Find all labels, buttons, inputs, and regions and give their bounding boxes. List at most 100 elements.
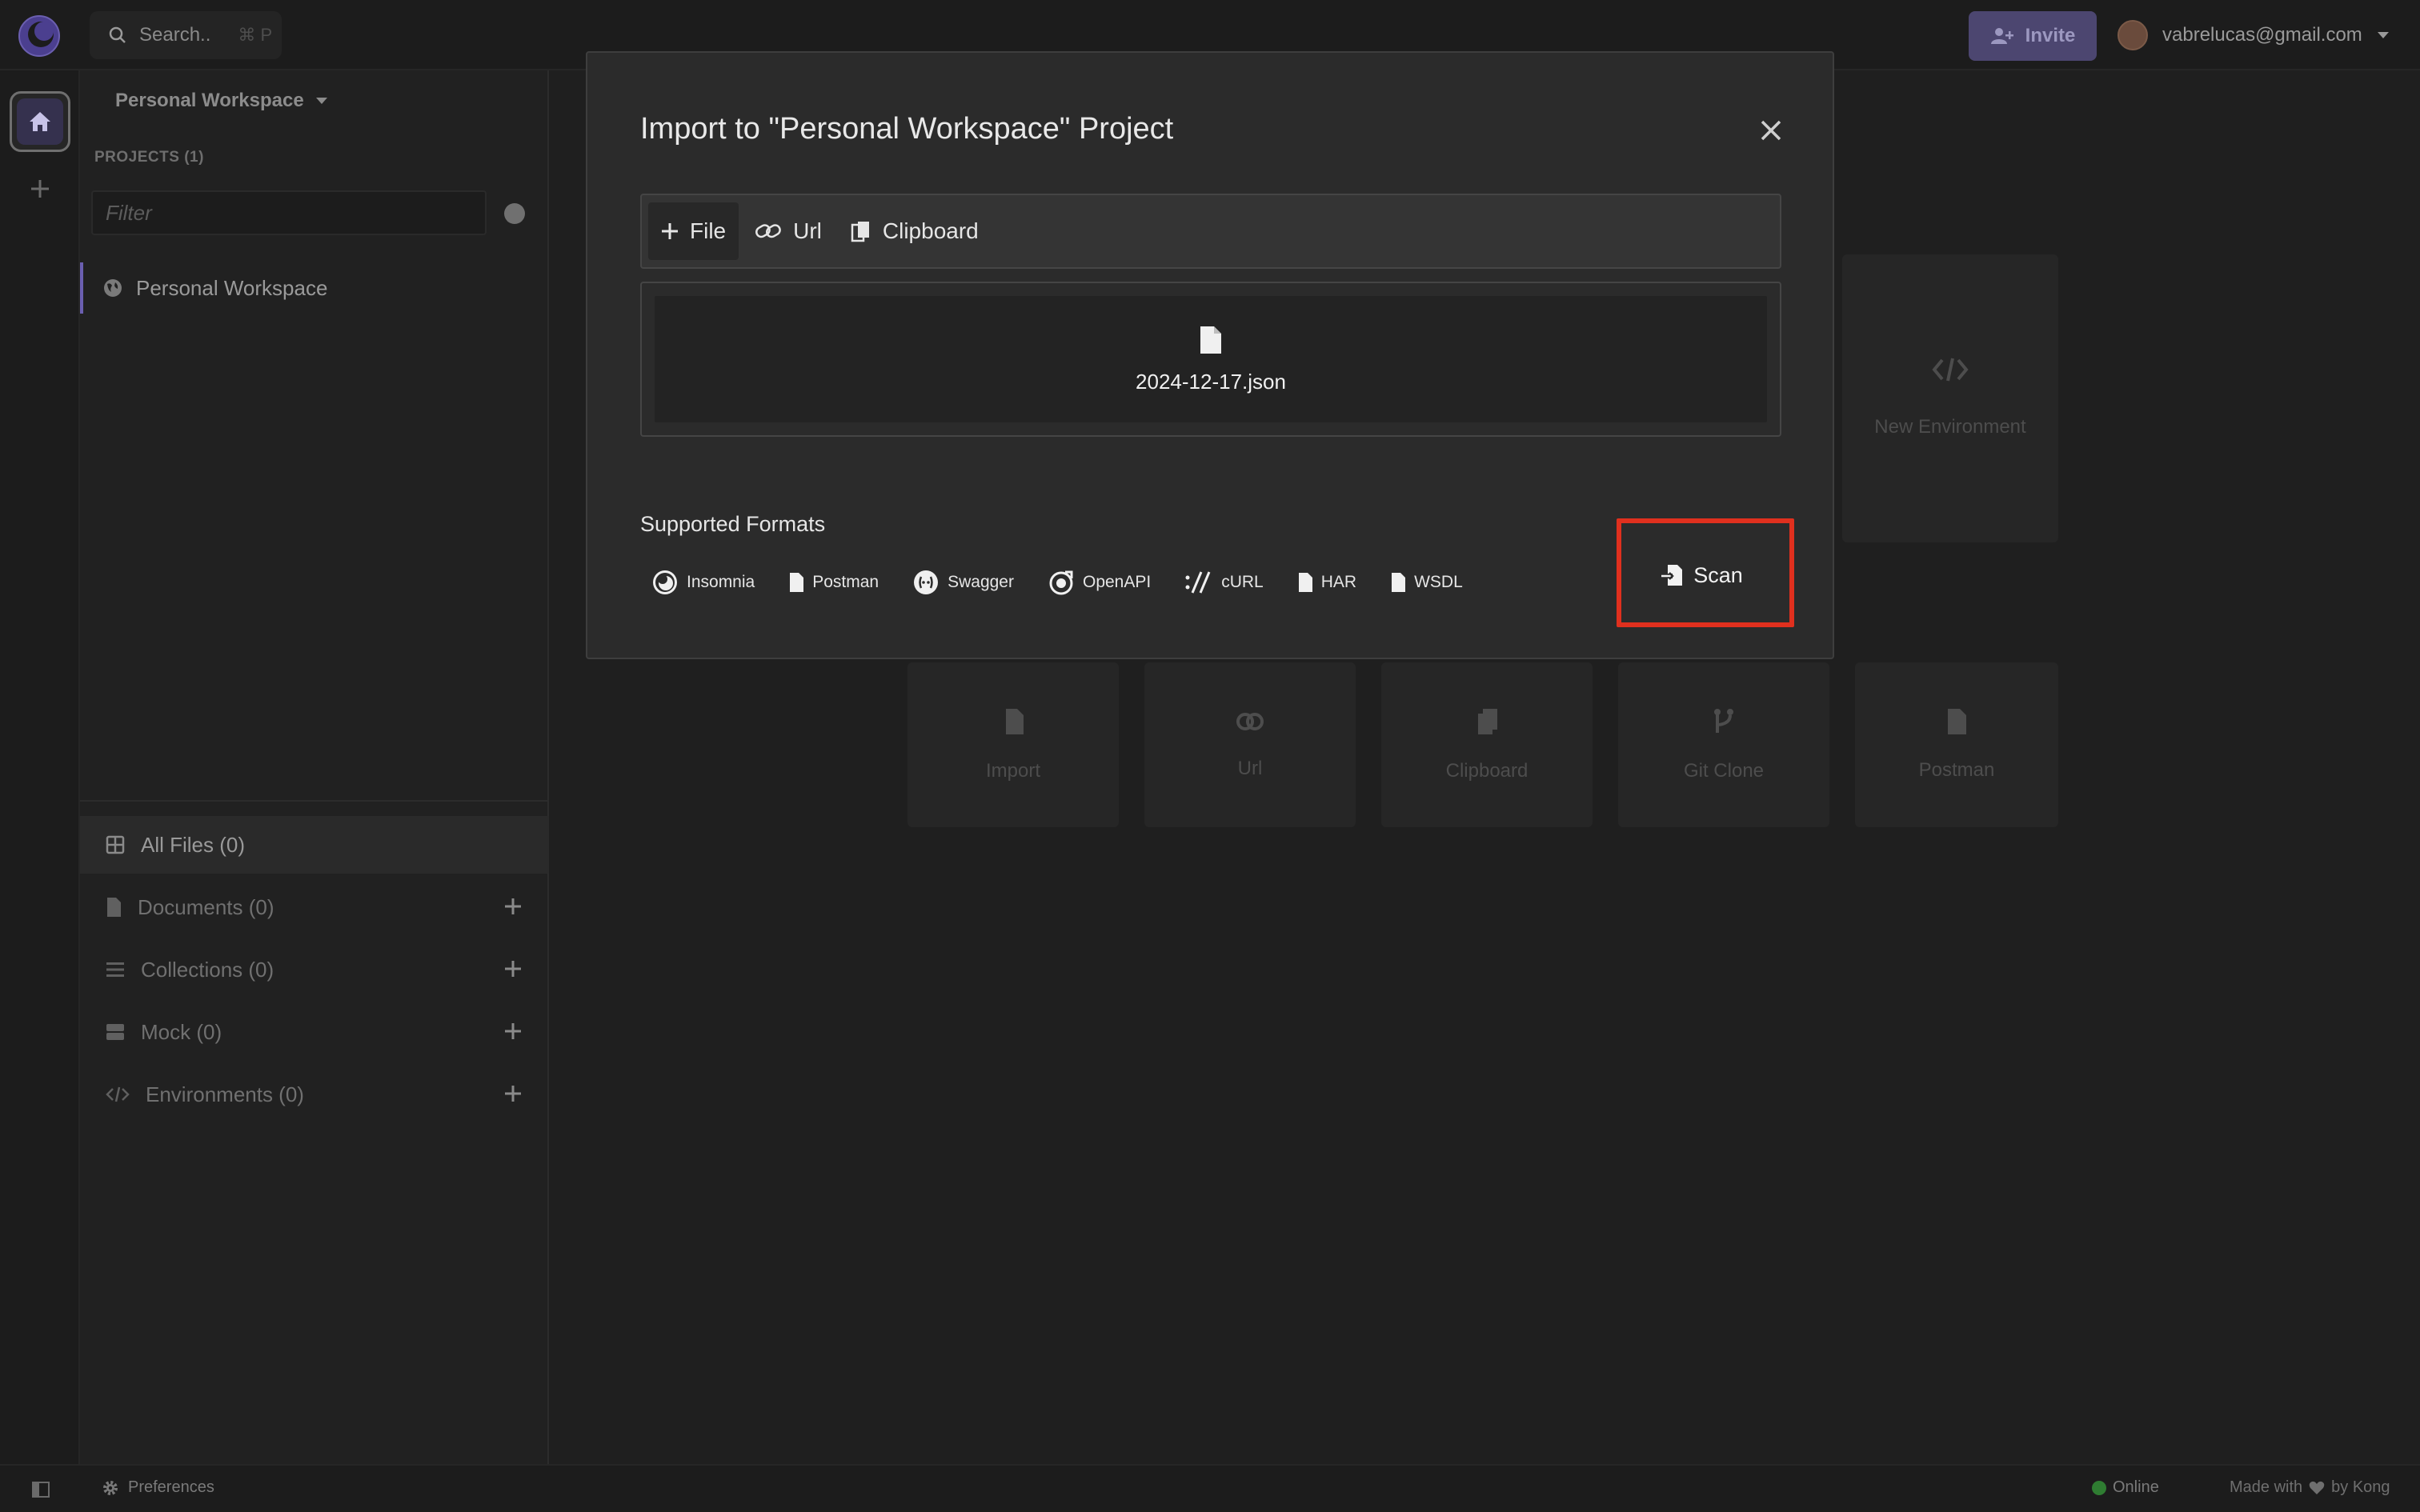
sidebar-item-label: All Files (0) bbox=[141, 832, 246, 857]
openapi-icon bbox=[1049, 570, 1073, 595]
format-label: Insomnia bbox=[687, 573, 755, 591]
project-item-personal-workspace[interactable]: Personal Workspace bbox=[80, 262, 549, 314]
file-import-icon bbox=[1661, 565, 1683, 586]
chevron-down-icon bbox=[315, 98, 327, 104]
file-dropzone[interactable]: 2024-12-17.json bbox=[640, 282, 1781, 437]
link-icon bbox=[755, 224, 781, 238]
supported-formats-title: Supported Formats bbox=[640, 512, 826, 536]
account-menu[interactable]: vabrelucas@gmail.com bbox=[2118, 16, 2390, 54]
tab-clipboard[interactable]: Clipboard bbox=[838, 202, 992, 260]
sidebar-item-documents[interactable]: Documents (0) bbox=[80, 878, 549, 936]
sidebar: Personal Workspace PROJECTS (1) Filter P… bbox=[80, 70, 549, 1464]
document-icon bbox=[790, 573, 804, 592]
account-email: vabrelucas@gmail.com bbox=[2162, 24, 2362, 46]
format-wsdl: WSDL bbox=[1390, 572, 1463, 593]
invite-button[interactable]: Invite bbox=[1969, 11, 2097, 61]
add-collection-icon[interactable] bbox=[503, 958, 523, 979]
sidebar-toggle-icon[interactable] bbox=[32, 1482, 50, 1498]
left-rail bbox=[0, 70, 80, 1464]
new-environment-tile[interactable]: New Environment bbox=[1842, 254, 2058, 542]
document-icon bbox=[1392, 573, 1406, 592]
workspace-switcher[interactable]: Personal Workspace bbox=[115, 90, 328, 112]
import-icon bbox=[1006, 709, 1024, 734]
add-environment-icon[interactable] bbox=[503, 1083, 523, 1104]
add-mock-icon[interactable] bbox=[503, 1021, 523, 1042]
format-label: Swagger bbox=[948, 573, 1014, 591]
grid-icon bbox=[106, 835, 125, 854]
home-button[interactable] bbox=[10, 91, 70, 152]
add-organization-icon[interactable] bbox=[29, 178, 51, 200]
made-with-label: Made with bbox=[2230, 1478, 2303, 1496]
code-icon bbox=[1932, 358, 1969, 382]
list-icon bbox=[106, 962, 124, 977]
globe-icon bbox=[104, 279, 122, 297]
status-bar: Preferences Online Made with by Kong bbox=[0, 1464, 2420, 1512]
close-icon[interactable] bbox=[1759, 118, 1783, 142]
document-icon bbox=[107, 898, 121, 917]
format-swagger: Swagger bbox=[912, 569, 1014, 596]
import-tile[interactable]: Import bbox=[908, 662, 1119, 827]
format-insomnia: Insomnia bbox=[651, 569, 755, 596]
postman-tile-label: Postman bbox=[1918, 759, 1995, 781]
scan-button[interactable]: Scan bbox=[1618, 525, 1786, 626]
sidebar-item-collections[interactable]: Collections (0) bbox=[80, 941, 549, 998]
format-openapi: OpenAPI bbox=[1048, 569, 1151, 596]
file-icon bbox=[1200, 326, 1221, 354]
format-label: HAR bbox=[1320, 573, 1357, 591]
scan-label: Scan bbox=[1693, 562, 1743, 587]
avatar bbox=[2118, 20, 2148, 50]
clipboard-tile[interactable]: Clipboard bbox=[1381, 662, 1593, 827]
clipboard-icon bbox=[1478, 709, 1497, 734]
insomnia-logo-icon[interactable] bbox=[18, 14, 61, 58]
url-tile[interactable]: Url bbox=[1144, 662, 1356, 827]
url-tile-label: Url bbox=[1237, 758, 1263, 779]
tab-url[interactable]: Url bbox=[742, 202, 835, 260]
by-kong-label: by Kong bbox=[2331, 1478, 2390, 1496]
connection-status: Online bbox=[2092, 1478, 2159, 1497]
format-curl: cURL bbox=[1184, 570, 1264, 594]
filter-placeholder: Filter bbox=[106, 200, 152, 225]
tab-clipboard-label: Clipboard bbox=[882, 218, 979, 243]
clipboard-tile-label: Clipboard bbox=[1445, 760, 1529, 782]
home-icon bbox=[30, 112, 50, 131]
project-item-label: Personal Workspace bbox=[136, 275, 328, 300]
format-label: Postman bbox=[812, 573, 879, 591]
sidebar-item-environments[interactable]: Environments (0) bbox=[80, 1066, 549, 1123]
link-icon bbox=[1236, 713, 1264, 730]
filter-input[interactable]: Filter bbox=[91, 190, 487, 235]
heart-icon bbox=[2309, 1481, 2325, 1494]
new-environment-label: New Environment bbox=[1874, 416, 2026, 438]
projects-label: PROJECTS (1) bbox=[94, 149, 204, 166]
import-source-tabs: File Url Clipboard bbox=[640, 194, 1781, 269]
workspace-title: Personal Workspace bbox=[115, 90, 304, 111]
tab-file[interactable]: File bbox=[648, 202, 739, 260]
plus-icon bbox=[662, 223, 678, 239]
import-modal: Import to "Personal Workspace" Project F… bbox=[586, 51, 1834, 659]
tab-file-label: File bbox=[690, 218, 727, 243]
postman-tile[interactable]: Postman bbox=[1855, 662, 2058, 827]
add-project-icon[interactable] bbox=[504, 203, 525, 224]
git-clone-tile-label: Git Clone bbox=[1683, 760, 1765, 782]
swagger-icon bbox=[914, 570, 939, 594]
add-user-icon bbox=[1990, 28, 2013, 44]
code-icon bbox=[106, 1086, 130, 1102]
made-with-kong[interactable]: Made with by Kong bbox=[2230, 1478, 2390, 1497]
chevron-down-icon bbox=[2377, 32, 2389, 38]
format-postman: Postman bbox=[788, 572, 879, 593]
search-bar[interactable]: Search.. ⌘ P bbox=[90, 11, 282, 59]
status-label: Online bbox=[2113, 1478, 2159, 1496]
preferences-button[interactable]: Preferences bbox=[102, 1478, 214, 1497]
search-shortcut: ⌘ P bbox=[238, 25, 273, 45]
gear-icon bbox=[103, 1480, 118, 1495]
sidebar-item-mock[interactable]: Mock (0) bbox=[80, 1003, 549, 1061]
add-document-icon[interactable] bbox=[503, 896, 523, 917]
search-label: Search.. bbox=[139, 24, 211, 46]
invite-label: Invite bbox=[2025, 25, 2076, 46]
modal-title: Import to "Personal Workspace" Project bbox=[640, 112, 1174, 146]
sidebar-item-all-files[interactable]: All Files (0) bbox=[80, 816, 549, 874]
document-icon bbox=[1298, 573, 1312, 592]
sidebar-item-label: Mock (0) bbox=[141, 1019, 222, 1044]
search-icon bbox=[109, 26, 126, 43]
import-tile-label: Import bbox=[985, 760, 1040, 782]
git-clone-tile[interactable]: Git Clone bbox=[1618, 662, 1829, 827]
